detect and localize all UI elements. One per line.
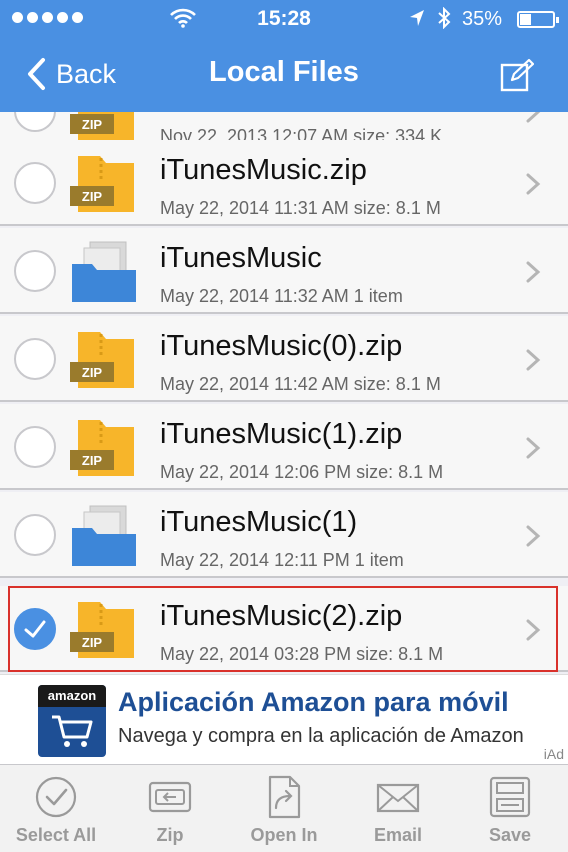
save-label: Save <box>488 825 532 845</box>
ad-brand: amazon <box>38 685 106 707</box>
zip-folder-icon: ZIP <box>68 414 140 482</box>
file-name: iTunesMusic.zip <box>160 154 367 186</box>
chevron-right-icon[interactable] <box>524 436 542 460</box>
file-row[interactable]: ZIP iTunesMusic.zip May 22, 2014 11:31 AM… <box>0 140 568 226</box>
location-arrow-icon <box>410 10 424 26</box>
select-all-label: Select All <box>15 825 97 845</box>
envelope-icon <box>376 783 420 813</box>
file-name: iTunesMusic(1).zip <box>160 418 403 450</box>
file-row[interactable]: iTunesMusic May 22, 2014 11:32 AM 1 item <box>0 228 568 314</box>
checkmark-circle-icon <box>35 776 77 818</box>
zip-folder-icon: ZIP <box>68 150 140 218</box>
file-meta: May 22, 2014 11:31 AM size: 8.1 M <box>160 198 441 218</box>
chevron-right-icon[interactable] <box>524 348 542 372</box>
ad-subtitle: Navega y compra en la aplicación de Amaz… <box>118 725 524 747</box>
file-name: iTunesMusic(1) <box>160 506 358 538</box>
email-label: Email <box>373 825 423 845</box>
open-in-icon <box>268 775 301 819</box>
navigation-bar: 15:28 35% Back Local Files <box>0 0 568 112</box>
chevron-right-icon[interactable] <box>524 172 542 196</box>
checkbox-unchecked[interactable] <box>14 514 56 556</box>
save-icon <box>489 776 531 818</box>
svg-text:ZIP: ZIP <box>82 117 103 132</box>
zip-label: Zip <box>156 825 184 845</box>
email-button[interactable]: Email <box>348 775 448 846</box>
iad-label: iAd <box>543 746 564 762</box>
file-name: iTunesMusic(0).zip <box>160 330 403 362</box>
file-meta: May 22, 2014 12:11 PM 1 item <box>160 550 404 570</box>
bluetooth-icon <box>438 7 451 29</box>
amazon-app-logo: amazon <box>38 685 106 757</box>
checkbox-unchecked[interactable] <box>14 250 56 292</box>
edit-icon[interactable] <box>500 58 534 92</box>
checkbox-unchecked[interactable] <box>14 338 56 380</box>
file-row[interactable]: ZIP iTunesMusic(1).zip May 22, 2014 12:06… <box>0 404 568 490</box>
zip-folder-icon: ZIP <box>68 326 140 394</box>
chevron-right-icon[interactable] <box>524 112 542 124</box>
file-list[interactable]: ZIP Nov 22, 2013 12:07 AM size: 334 K ZI… <box>0 112 568 674</box>
file-meta: May 22, 2014 12:06 PM size: 8.1 M <box>160 462 444 482</box>
file-meta: May 22, 2014 11:42 AM size: 8.1 M <box>160 374 441 394</box>
folder-icon <box>68 238 140 306</box>
battery-icon <box>517 11 559 28</box>
file-name: iTunesMusic <box>160 242 322 274</box>
checkbox-unchecked[interactable] <box>14 112 56 132</box>
svg-text:ZIP: ZIP <box>82 365 103 380</box>
chevron-right-icon[interactable] <box>524 524 542 548</box>
shopping-cart-icon <box>52 715 93 747</box>
battery-percentage: 35% <box>462 8 503 30</box>
chevron-right-icon[interactable] <box>524 260 542 284</box>
file-row[interactable]: iTunesMusic(1) May 22, 2014 12:11 PM 1 it… <box>0 492 568 578</box>
ad-title: Aplicación Amazon para móvil <box>118 687 509 717</box>
page-title: Local Files <box>209 56 359 88</box>
open-in-label: Open In <box>250 825 318 845</box>
folder-icon <box>68 502 140 570</box>
open-in-button[interactable]: Open In <box>234 775 334 846</box>
checkbox-unchecked[interactable] <box>14 426 56 468</box>
status-bar: 15:28 35% <box>0 0 568 40</box>
checkbox-unchecked[interactable] <box>14 162 56 204</box>
save-button[interactable]: Save <box>460 775 560 846</box>
zip-button[interactable]: Zip <box>120 775 220 846</box>
bottom-toolbar: Select All Zip Open In Email Save <box>0 764 568 852</box>
zip-archive-icon <box>148 781 192 813</box>
svg-text:ZIP: ZIP <box>82 453 103 468</box>
file-meta: May 22, 2014 11:32 AM 1 item <box>160 286 403 306</box>
ad-banner[interactable]: amazon Aplicación Amazon para móvil Nave… <box>0 674 568 764</box>
svg-text:ZIP: ZIP <box>82 189 103 204</box>
selection-highlight <box>8 586 558 672</box>
select-all-button[interactable]: Select All <box>6 775 106 846</box>
file-row[interactable]: ZIP iTunesMusic(0).zip May 22, 2014 11:42… <box>0 316 568 402</box>
